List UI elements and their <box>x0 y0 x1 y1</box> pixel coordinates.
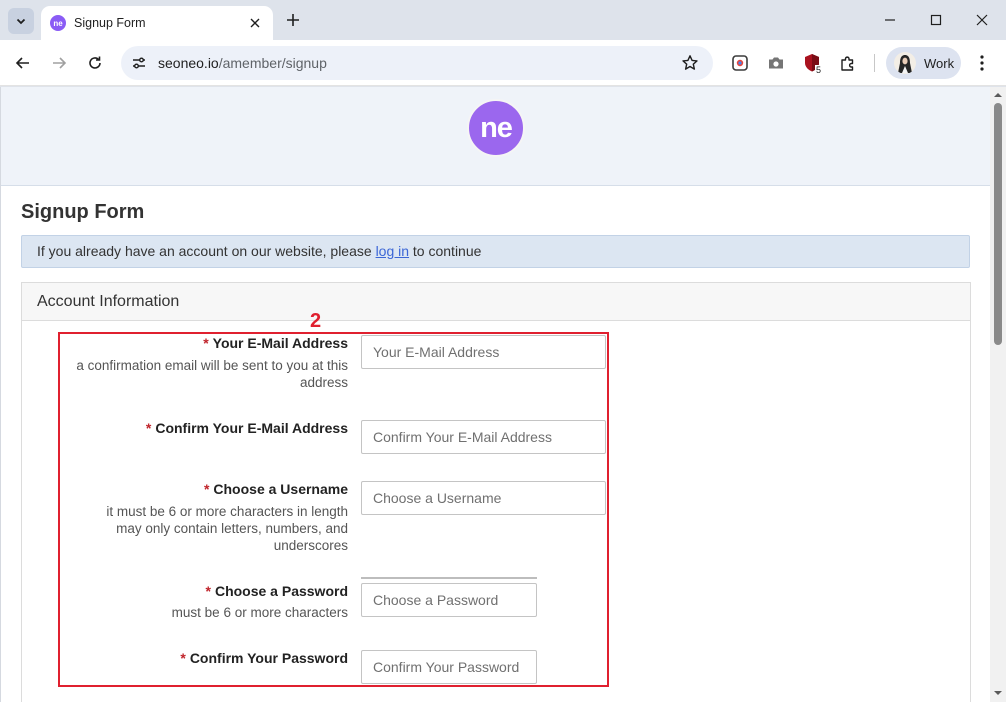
close-icon <box>250 18 260 28</box>
extensions-menu-button[interactable] <box>836 51 860 75</box>
notice-suffix: to continue <box>409 243 482 259</box>
login-link[interactable]: log in <box>376 243 409 259</box>
lens-icon <box>732 55 748 71</box>
screenshot-extension-button[interactable] <box>764 51 788 75</box>
username-input[interactable] <box>361 481 606 515</box>
url-text: seoneo.io/amember/signup <box>158 55 327 71</box>
lens-extension-button[interactable] <box>728 51 752 75</box>
required-marker: * <box>145 420 152 436</box>
required-marker: * <box>203 481 210 497</box>
notice-prefix: If you already have an account on our we… <box>37 243 376 259</box>
tab-title: Signup Form <box>74 16 146 30</box>
password-input[interactable] <box>361 583 537 617</box>
page-scrollbar[interactable] <box>990 87 1006 702</box>
tab-close-button[interactable] <box>247 15 263 31</box>
address-bar[interactable]: seoneo.io/amember/signup <box>121 46 713 80</box>
toolbar-divider <box>874 54 875 72</box>
confirm-email-label: * Confirm Your E-Mail Address <box>145 420 348 436</box>
site-logo[interactable]: ne <box>467 99 525 157</box>
section-title: Account Information <box>22 283 970 321</box>
annotation-number: 2 <box>310 310 322 332</box>
confirm-email-input[interactable] <box>361 420 606 454</box>
url-path: /amember/signup <box>218 55 327 71</box>
confirm-email-label-group: * Confirm Your E-Mail Address <box>22 420 348 437</box>
camera-icon <box>769 57 783 69</box>
puzzle-icon <box>841 56 854 71</box>
login-notice: If you already have an account on our we… <box>21 235 970 268</box>
required-marker: * <box>180 650 186 666</box>
scrollbar-thumb[interactable] <box>994 103 1002 345</box>
profile-label: Work <box>924 55 955 71</box>
confirm-password-label-group: * Confirm Your Password <box>22 650 348 667</box>
confirm-password-input[interactable] <box>361 650 537 684</box>
profile-button[interactable]: Work <box>886 47 961 79</box>
url-host: seoneo.io <box>158 55 219 71</box>
required-marker: * <box>205 583 211 599</box>
scroll-up-icon[interactable] <box>994 91 1002 99</box>
scroll-down-icon[interactable] <box>994 689 1002 697</box>
plus-icon <box>287 14 299 26</box>
more-vertical-icon <box>980 55 984 71</box>
reload-button[interactable] <box>81 49 109 77</box>
minimize-button[interactable] <box>876 8 904 32</box>
forward-button[interactable] <box>45 49 73 77</box>
password-strength-bar <box>361 577 537 579</box>
tab-search-button[interactable] <box>8 8 34 34</box>
profile-avatar <box>894 52 916 74</box>
person-icon <box>898 55 912 73</box>
site-settings-icon[interactable] <box>131 55 147 71</box>
email-label: * Your E-Mail Address <box>203 335 348 351</box>
maximize-button[interactable] <box>922 8 950 32</box>
maximize-icon <box>930 14 942 26</box>
required-marker: * <box>203 335 209 351</box>
password-label: * Choose a Password <box>205 583 349 599</box>
reload-icon <box>89 56 101 69</box>
close-icon <box>976 14 988 26</box>
email-input[interactable] <box>361 335 606 369</box>
site-favicon-icon: ne <box>50 15 66 31</box>
arrow-left-icon <box>15 57 29 69</box>
arrow-right-icon <box>53 57 67 69</box>
confirm-password-label: * Confirm Your Password <box>180 650 348 666</box>
chevron-down-icon <box>16 18 26 25</box>
page-viewport: ne Signup Form If you already have an ac… <box>0 87 990 702</box>
browser-tab[interactable]: ne Signup Form <box>41 6 273 40</box>
username-hint: it must be 6 or more characters in lengt… <box>106 504 348 553</box>
site-header: ne <box>1 87 990 186</box>
browser-titlebar: ne Signup Form <box>0 0 1006 40</box>
new-tab-button[interactable] <box>283 10 303 30</box>
shield-extension-button[interactable]: 5 <box>800 51 824 75</box>
back-button[interactable] <box>9 49 37 77</box>
window-close-button[interactable] <box>968 8 996 32</box>
minimize-icon <box>885 19 895 21</box>
logo-text: ne <box>480 111 513 144</box>
extension-badge: 5 <box>815 65 823 75</box>
email-hint: a confirmation email will be sent to you… <box>76 358 348 390</box>
account-information-section: Account Information * Your E-Mail Address… <box>21 282 971 702</box>
bookmark-star-icon[interactable] <box>681 54 699 72</box>
email-label-group: * Your E-Mail Address a confirmation emai… <box>22 335 348 391</box>
username-label-group: * Choose a Username it must be 6 or more … <box>22 481 348 554</box>
browser-menu-button[interactable] <box>970 51 994 75</box>
password-label-group: * Choose a Password must be 6 or more cha… <box>22 583 348 621</box>
username-label: * Choose a Username <box>203 481 348 497</box>
page-title: Signup Form <box>21 201 145 223</box>
password-hint: must be 6 or more characters <box>171 605 348 620</box>
browser-toolbar: seoneo.io/amember/signup 5 Work <box>0 40 1006 86</box>
